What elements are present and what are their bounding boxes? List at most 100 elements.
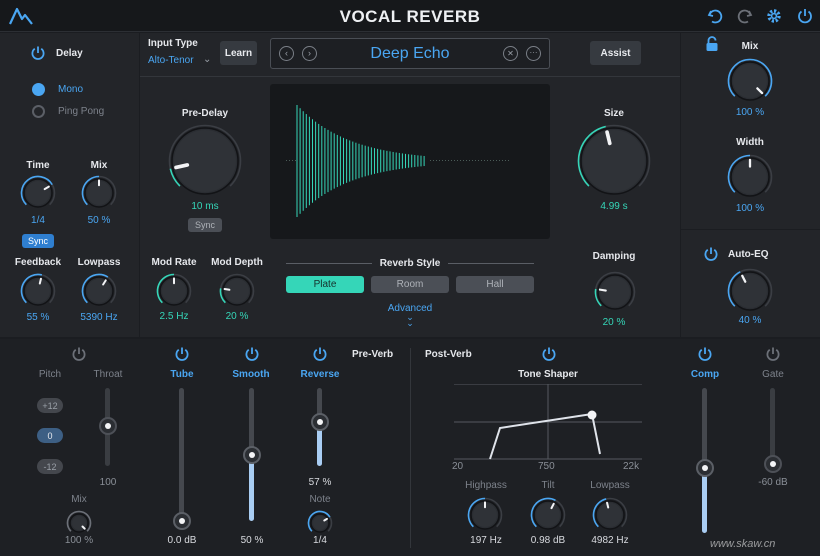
reverb-top-divider bbox=[140, 76, 680, 77]
feedback-knob[interactable] bbox=[20, 273, 56, 309]
predelay-value: 10 ms bbox=[191, 201, 219, 212]
highpass-label: Highpass bbox=[465, 480, 507, 491]
delay-time-label: Time bbox=[26, 160, 50, 171]
pitch-plus12-button[interactable]: +12 bbox=[37, 398, 63, 413]
next-preset-icon[interactable]: › bbox=[302, 46, 317, 61]
comp-power-icon[interactable] bbox=[697, 346, 713, 362]
delay-lowpass-value: 5390 Hz bbox=[80, 312, 118, 323]
note-knob[interactable] bbox=[307, 510, 333, 536]
more-options-icon[interactable]: ··· bbox=[526, 46, 541, 61]
delay-power-icon[interactable] bbox=[30, 45, 46, 61]
gear-icon[interactable] bbox=[765, 7, 783, 25]
reverb-style-line-left bbox=[286, 263, 372, 264]
width-value: 100 % bbox=[735, 203, 765, 214]
gate-power-icon[interactable] bbox=[765, 346, 781, 362]
postverb-lowpass-knob[interactable] bbox=[592, 497, 628, 533]
advanced-chevron-icon[interactable]: ⌄ ⌄ bbox=[402, 313, 418, 328]
comp-slider-thumb[interactable] bbox=[696, 458, 714, 477]
predelay-label: Pre-Delay bbox=[181, 108, 229, 119]
smooth-power-icon[interactable] bbox=[244, 346, 260, 362]
shuffle-icon[interactable]: ✕ bbox=[503, 46, 518, 61]
modrate-label: Mod Rate bbox=[151, 257, 197, 268]
style-hall-button[interactable]: Hall bbox=[456, 276, 534, 293]
input-type-dropdown[interactable]: Alto-Tenor ⌄ bbox=[148, 54, 214, 69]
autoeq-value: 40 % bbox=[738, 315, 762, 326]
delay-label: Delay bbox=[56, 48, 83, 59]
style-room-button[interactable]: Room bbox=[371, 276, 449, 293]
autoeq-power-icon[interactable] bbox=[703, 246, 719, 262]
tone-shaper-graph[interactable] bbox=[454, 384, 642, 460]
assist-button[interactable]: Assist bbox=[590, 41, 641, 65]
freq-tick-20: 20 bbox=[452, 461, 464, 472]
damping-value: 20 % bbox=[602, 317, 626, 328]
undo-icon[interactable] bbox=[706, 7, 724, 25]
moddepth-knob[interactable] bbox=[219, 273, 255, 309]
prev-preset-icon[interactable]: ‹ bbox=[279, 46, 294, 61]
mono-label[interactable]: Mono bbox=[58, 84, 83, 95]
pingpong-label[interactable]: Ping Pong bbox=[58, 106, 104, 117]
lock-icon[interactable] bbox=[705, 36, 719, 52]
learn-button[interactable]: Learn bbox=[220, 41, 257, 65]
width-knob[interactable] bbox=[727, 154, 773, 200]
input-type-value: Alto-Tenor bbox=[148, 55, 194, 66]
delay-mix-value: 50 % bbox=[87, 215, 111, 226]
tilt-knob[interactable] bbox=[530, 497, 566, 533]
preverb-mix-knob[interactable] bbox=[66, 510, 92, 536]
predelay-knob[interactable] bbox=[168, 124, 242, 198]
preverb-mix-value: 100 % bbox=[64, 535, 94, 546]
smooth-value: 50 % bbox=[240, 535, 264, 546]
throat-slider-thumb[interactable] bbox=[99, 417, 117, 435]
damping-label: Damping bbox=[592, 251, 636, 262]
note-value: 1/4 bbox=[313, 535, 327, 546]
modrate-knob[interactable] bbox=[156, 273, 192, 309]
delay-sync-button[interactable]: Sync bbox=[22, 234, 54, 248]
smooth-slider-thumb[interactable] bbox=[243, 445, 261, 464]
size-label: Size bbox=[603, 108, 624, 119]
highpass-knob[interactable] bbox=[467, 497, 503, 533]
pitch-zero-button[interactable]: 0 bbox=[37, 428, 63, 443]
pingpong-radio[interactable] bbox=[32, 105, 45, 118]
redo-icon[interactable] bbox=[736, 7, 754, 25]
tube-slider-thumb[interactable] bbox=[173, 512, 191, 530]
reverb-style-line-right bbox=[448, 263, 534, 264]
smooth-label: Smooth bbox=[232, 369, 270, 380]
comp-slider-fill bbox=[702, 467, 707, 533]
postverb-title: Post-Verb bbox=[425, 349, 472, 360]
delay-lowpass-knob[interactable] bbox=[81, 273, 117, 309]
preset-name[interactable]: Deep Echo bbox=[330, 45, 490, 63]
output-mix-knob[interactable] bbox=[727, 58, 773, 104]
width-label: Width bbox=[736, 137, 764, 148]
size-value: 4.99 s bbox=[600, 201, 628, 212]
reverse-power-icon[interactable] bbox=[312, 346, 328, 362]
power-icon[interactable] bbox=[796, 7, 814, 25]
chevron-down-icon: ⌄ bbox=[203, 54, 212, 65]
postverb-lowpass-value: 4982 Hz bbox=[591, 535, 629, 546]
mono-radio[interactable] bbox=[32, 83, 45, 96]
throat-label: Throat bbox=[93, 369, 123, 380]
damping-knob[interactable] bbox=[594, 271, 636, 313]
pitch-minus12-button[interactable]: -12 bbox=[37, 459, 63, 474]
pitch-power-icon[interactable] bbox=[71, 346, 87, 362]
gate-slider-thumb[interactable] bbox=[764, 455, 782, 473]
delay-time-knob[interactable] bbox=[20, 175, 56, 211]
delay-mix-knob[interactable] bbox=[81, 175, 117, 211]
app-title: VOCAL REVERB bbox=[339, 7, 481, 26]
autoeq-knob[interactable] bbox=[727, 268, 773, 314]
feedback-value: 55 % bbox=[26, 312, 50, 323]
reverse-value: 57 % bbox=[308, 477, 332, 488]
tone-shaper-power-icon[interactable] bbox=[541, 346, 557, 362]
tube-slider-track[interactable] bbox=[179, 388, 184, 521]
predelay-sync-button[interactable]: Sync bbox=[188, 218, 222, 232]
reverse-slider-thumb[interactable] bbox=[311, 412, 329, 431]
output-mix-value: 100 % bbox=[735, 107, 765, 118]
output-mix-label: Mix bbox=[741, 41, 759, 52]
highpass-value: 197 Hz bbox=[470, 535, 502, 546]
preverb-title: Pre-Verb bbox=[352, 349, 394, 360]
tube-power-icon[interactable] bbox=[174, 346, 190, 362]
preverb-mix-label: Mix bbox=[71, 494, 87, 505]
size-knob[interactable] bbox=[577, 124, 651, 198]
tube-value: 0.0 dB bbox=[167, 535, 197, 546]
feedback-label: Feedback bbox=[14, 257, 62, 268]
gate-value: -60 dB bbox=[758, 477, 788, 488]
style-plate-button[interactable]: Plate bbox=[286, 276, 364, 293]
